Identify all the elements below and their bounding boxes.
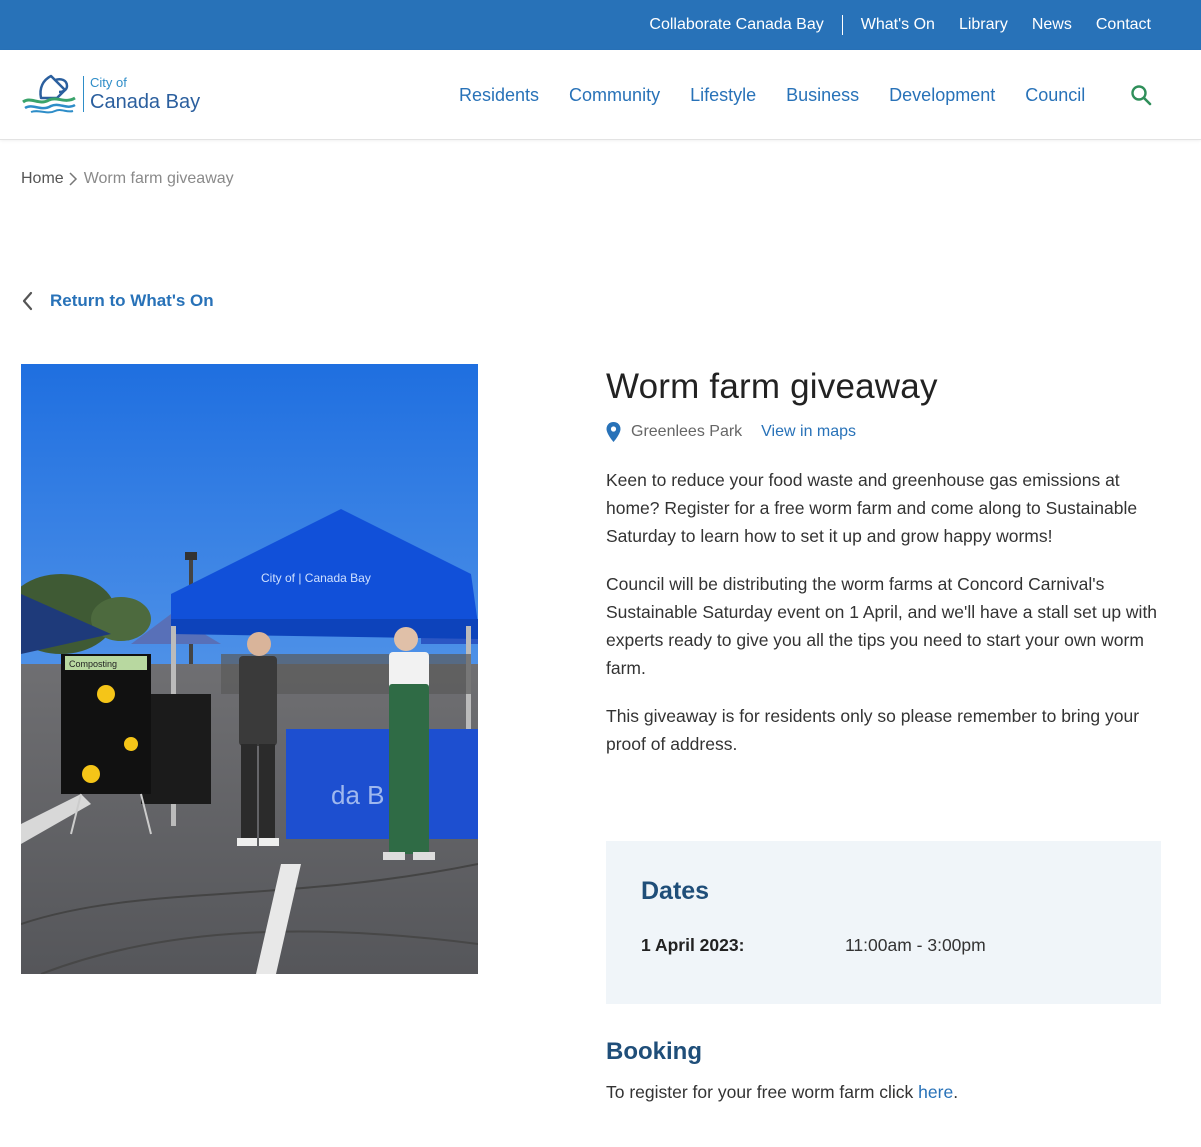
logo-wordmark: City of Canada Bay bbox=[83, 76, 200, 112]
nav-community[interactable]: Community bbox=[569, 85, 660, 106]
view-in-maps-link[interactable]: View in maps bbox=[761, 423, 856, 441]
utility-link-collaborate[interactable]: Collaborate Canada Bay bbox=[649, 16, 823, 34]
utility-nav: Collaborate Canada Bay What's On Library… bbox=[625, 0, 1151, 50]
main-header: City of Canada Bay Residents Community L… bbox=[0, 50, 1201, 140]
chevron-left-icon bbox=[22, 291, 33, 311]
utility-link-whats-on[interactable]: What's On bbox=[861, 16, 935, 34]
return-link-label: Return to What's On bbox=[50, 291, 214, 310]
booking-text: To register for your free worm farm clic… bbox=[606, 1082, 1161, 1103]
booking-text-body: To register for your free worm farm clic… bbox=[606, 1082, 919, 1102]
booking-register-link[interactable]: here bbox=[918, 1082, 953, 1102]
chevron-right-icon bbox=[68, 171, 80, 187]
nav-residents[interactable]: Residents bbox=[459, 85, 539, 106]
canada-bay-logo-icon bbox=[22, 74, 76, 114]
utility-divider bbox=[841, 15, 843, 35]
location-row: Greenlees Park View in maps bbox=[606, 422, 1161, 442]
description-paragraph: Keen to reduce your food waste and green… bbox=[606, 470, 1138, 546]
event-photo: City of | Canada Bay da B Composting bbox=[21, 364, 478, 974]
event-content: Worm farm giveaway Greenlees Park View i… bbox=[606, 364, 1161, 778]
worm-farm-stall-photo: City of | Canada Bay da B Composting bbox=[21, 364, 478, 974]
logo-small-text: City of bbox=[90, 75, 127, 90]
utility-link-library[interactable]: Library bbox=[959, 16, 1008, 34]
booking-heading: Booking bbox=[606, 1038, 702, 1065]
date-time: 11:00am - 3:00pm bbox=[845, 935, 986, 955]
return-to-whats-on-link[interactable]: Return to What's On bbox=[21, 290, 214, 312]
breadcrumb: Home Worm farm giveaway bbox=[21, 170, 234, 188]
search-icon bbox=[1131, 85, 1152, 106]
composting-sign-text: Composting bbox=[69, 659, 117, 669]
description-paragraph: Council will be distributing the worm fa… bbox=[606, 574, 1158, 678]
date-row: 1 April 2023: 11:00am - 3:00pm bbox=[641, 935, 1126, 956]
event-description: Keen to reduce your food waste and green… bbox=[606, 466, 1161, 758]
dates-panel: Dates 1 April 2023: 11:00am - 3:00pm bbox=[606, 841, 1161, 1004]
booking-text-suffix: . bbox=[953, 1082, 959, 1102]
site-logo[interactable]: City of Canada Bay bbox=[21, 70, 211, 118]
map-pin-icon bbox=[606, 422, 621, 442]
nav-lifestyle[interactable]: Lifestyle bbox=[690, 85, 756, 106]
search-button[interactable] bbox=[1129, 83, 1153, 107]
dates-heading: Dates bbox=[641, 877, 710, 905]
breadcrumb-home[interactable]: Home bbox=[21, 170, 64, 188]
main-nav: Residents Community Lifestyle Business D… bbox=[459, 50, 1115, 140]
date-label: 1 April 2023: bbox=[641, 935, 745, 955]
nav-development[interactable]: Development bbox=[889, 85, 995, 106]
event-title: Worm farm giveaway bbox=[606, 367, 938, 406]
logo-big-text: Canada Bay bbox=[90, 91, 201, 113]
description-paragraph: This giveaway is for residents only so p… bbox=[606, 706, 1140, 754]
booking-section: Booking To register for your free worm f… bbox=[606, 1038, 1161, 1103]
location-name: Greenlees Park bbox=[631, 423, 743, 440]
nav-council[interactable]: Council bbox=[1025, 85, 1085, 106]
utility-link-contact[interactable]: Contact bbox=[1096, 16, 1151, 34]
utility-bar: Collaborate Canada Bay What's On Library… bbox=[0, 0, 1201, 50]
breadcrumb-current: Worm farm giveaway bbox=[83, 170, 234, 187]
tent-text: City of | Canada Bay bbox=[261, 571, 371, 585]
utility-link-news[interactable]: News bbox=[1032, 16, 1072, 34]
nav-business[interactable]: Business bbox=[786, 85, 859, 106]
banner-text-1: da B bbox=[331, 780, 385, 810]
